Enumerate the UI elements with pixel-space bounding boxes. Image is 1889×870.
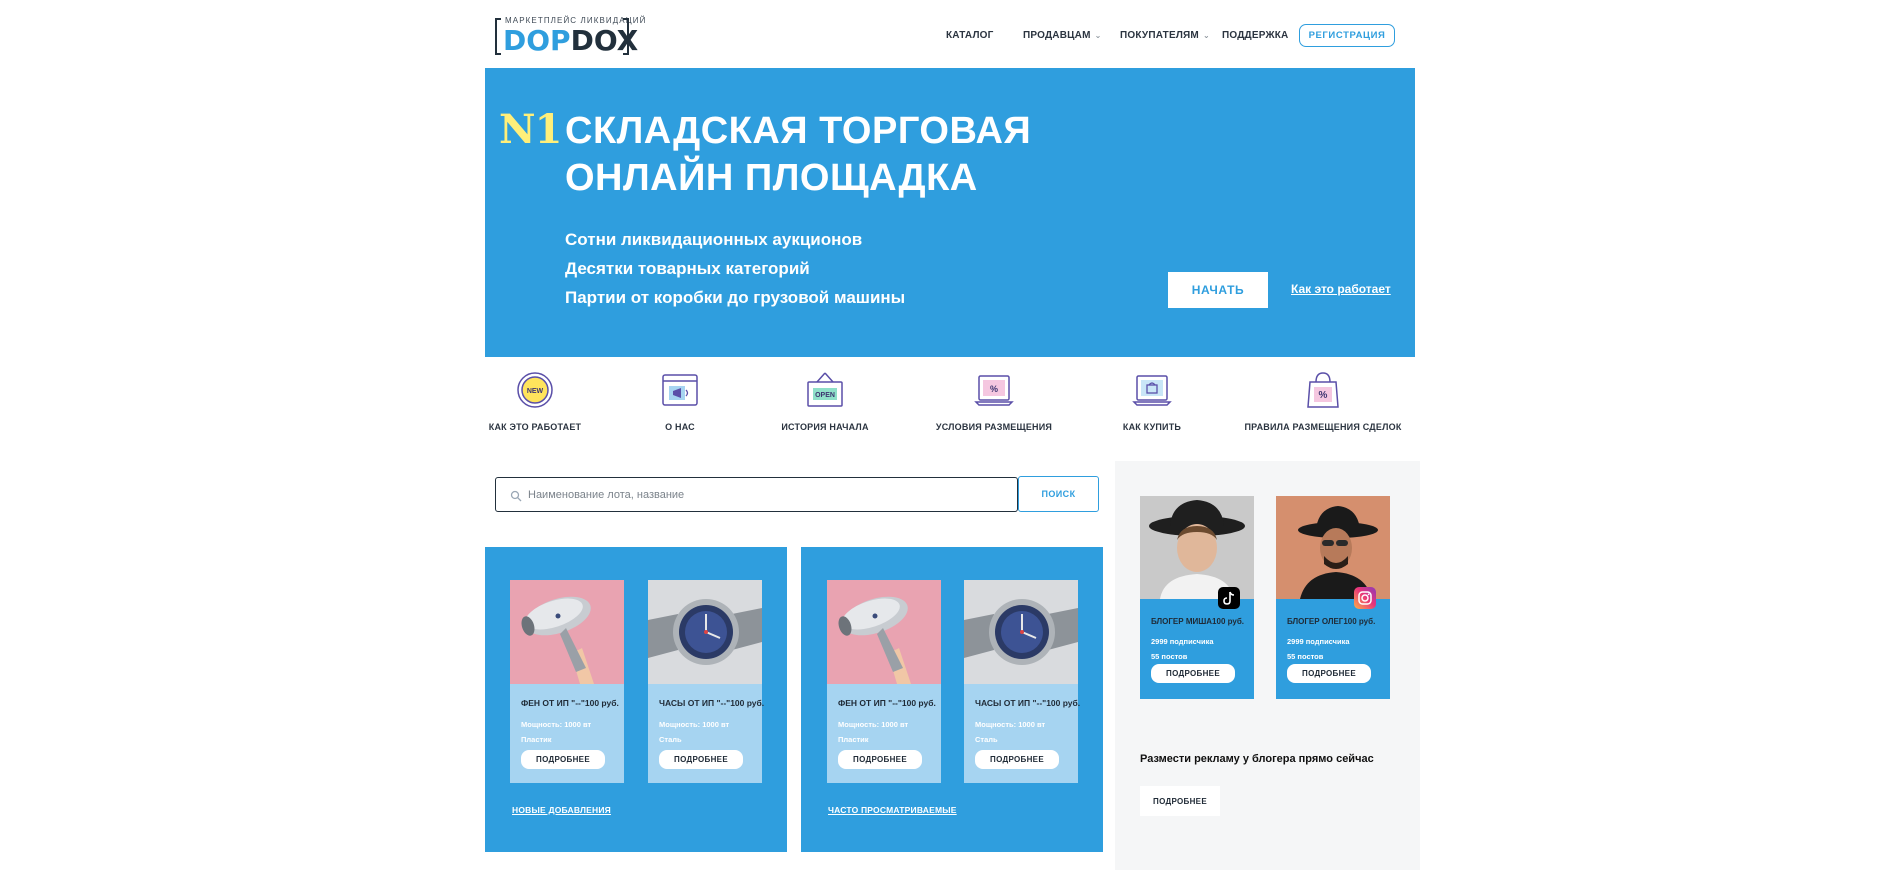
shopping-bag-percent-icon: %: [1303, 370, 1343, 410]
product-details-button[interactable]: ПОДРОБНЕЕ: [838, 750, 922, 769]
product-details-button[interactable]: ПОДРОБНЕЕ: [975, 750, 1059, 769]
product-power: Мощность: 1000 вт: [838, 720, 909, 729]
instagram-icon[interactable]: [1354, 587, 1376, 609]
nav-item-buyers[interactable]: ПОКУПАТЕЛЯМ ⌄: [1120, 30, 1210, 41]
hero-title: СКЛАДСКАЯ ТОРГОВАЯ ОНЛАЙН ПЛОЩАДКА: [565, 108, 1031, 202]
blogger-posts: 55 постов: [1151, 652, 1188, 661]
product-material: Сталь: [659, 735, 682, 744]
svg-text:%: %: [1319, 390, 1328, 401]
feature-label: КАК КУПИТЬ: [1122, 422, 1182, 432]
start-button[interactable]: НАЧАТЬ: [1168, 272, 1268, 308]
browser-megaphone-icon: [660, 370, 700, 410]
hero-feature-line: Партии от коробки до грузовой машины: [565, 288, 906, 307]
blogger-sidebar: БЛОГЕР МИША100 руб. 2999 подписчика 55 п…: [1115, 461, 1420, 870]
product-power: Мощность: 1000 вт: [975, 720, 1046, 729]
blogger-name: БЛОГЕР МИША100 руб.: [1151, 617, 1245, 626]
hero-feature-line: Сотни ликвидационных аукционов: [565, 230, 863, 249]
svg-text:OPEN: OPEN: [815, 392, 835, 399]
product-title: ФЕН ОТ ИП "--"100 руб.: [838, 698, 936, 708]
search-input[interactable]: [528, 488, 1008, 501]
product-material: Сталь: [975, 735, 998, 744]
logo-bracket-left: [495, 18, 501, 55]
blogger-photo: [1276, 496, 1390, 599]
product-material: Пластик: [521, 735, 552, 744]
product-card[interactable]: ЧАСЫ ОТ ИП "--"100 руб. Мощность: 1000 в…: [648, 580, 765, 783]
product-card[interactable]: ЧАСЫ ОТ ИП "--"100 руб. Мощность: 1000 в…: [964, 580, 1081, 783]
products-panel-popular: ФЕН ОТ ИП "--"100 руб. Мощность: 1000 вт…: [801, 547, 1103, 852]
hero-feature-line: Десятки товарных категорий: [565, 259, 810, 278]
hero-title-line-2: ОНЛАЙН ПЛОЩАДКА: [565, 157, 978, 199]
logo-word-dop: DOP: [503, 24, 571, 57]
laptop-percent-icon: %: [974, 370, 1014, 410]
nav-item-catalog[interactable]: КАТАЛОГ: [946, 30, 994, 41]
new-badge-icon: NEW: [515, 370, 555, 410]
product-title: ЧАСЫ ОТ ИП "--"100 руб.: [659, 698, 765, 708]
chevron-down-icon: ⌄: [1202, 31, 1210, 40]
product-photo-watch: [648, 580, 762, 684]
tiktok-icon[interactable]: [1218, 587, 1240, 609]
logo-wordmark: DOPDOX: [503, 26, 638, 56]
hero-banner: N1 СКЛАДСКАЯ ТОРГОВАЯ ОНЛАЙН ПЛОЩАДКА Со…: [485, 68, 1415, 357]
feature-how-to-buy[interactable]: КАК КУПИТЬ: [1052, 370, 1252, 432]
nav-item-label: ПРОДАВЦАМ: [1023, 30, 1091, 41]
laptop-cart-icon: [1132, 370, 1172, 410]
nav-item-label: ПОКУПАТЕЛЯМ: [1120, 30, 1199, 41]
nav-item-sellers[interactable]: ПРОДАВЦАМ ⌄: [1023, 30, 1102, 41]
page: МАРКЕТПЛЕЙС ЛИКВИДАЦИЙ DOPDOX КАТАЛОГ ПР…: [0, 0, 1889, 870]
product-power: Мощность: 1000 вт: [521, 720, 592, 729]
hero-title-line-1: СКЛАДСКАЯ ТОРГОВАЯ: [565, 110, 1032, 152]
products-panel-new: ФЕН ОТ ИП "--"100 руб. Мощность: 1000 вт…: [485, 547, 787, 852]
nav-item-label: ПОДДЕРЖКА: [1222, 30, 1289, 41]
feature-deal-rules[interactable]: % ПРАВИЛА РАЗМЕЩЕНИЯ СДЕЛОК: [1223, 370, 1423, 432]
blogger-details-button[interactable]: ПОДРОБНЕЕ: [1287, 664, 1371, 683]
nav-item-support[interactable]: ПОДДЕРЖКА: [1222, 30, 1288, 41]
product-photo-hairdryer: [510, 580, 624, 684]
svg-text:%: %: [990, 384, 998, 394]
logo-word-dox: DOX: [570, 24, 639, 57]
feature-label: ПРАВИЛА РАЗМЕЩЕНИЯ СДЕЛОК: [1244, 422, 1402, 432]
product-details-button[interactable]: ПОДРОБНЕЕ: [659, 750, 743, 769]
blogger-photo: [1140, 496, 1254, 599]
logo[interactable]: МАРКЕТПЛЕЙС ЛИКВИДАЦИЙ DOPDOX: [495, 14, 645, 56]
product-power: Мощность: 1000 вт: [659, 720, 730, 729]
product-material: Пластик: [838, 735, 869, 744]
hero-n1-badge: N1: [499, 106, 562, 153]
blogger-name: БЛОГЕР ОЛЕГ100 руб.: [1287, 617, 1376, 626]
register-button[interactable]: РЕГИСТРАЦИЯ: [1299, 24, 1395, 47]
product-title: ФЕН ОТ ИП "--"100 руб.: [521, 698, 619, 708]
search-button[interactable]: ПОИСК: [1018, 476, 1099, 512]
nav-item-label: КАТАЛОГ: [946, 30, 994, 41]
most-viewed-link[interactable]: ЧАСТО ПРОСМАТРИВАЕМЫЕ: [828, 805, 957, 815]
product-photo-watch: [964, 580, 1078, 684]
search-field[interactable]: [495, 477, 1018, 512]
new-additions-link[interactable]: НОВЫЕ ДОБАВЛЕНИЯ: [512, 805, 611, 815]
product-photo-hairdryer: [827, 580, 941, 684]
product-details-button[interactable]: ПОДРОБНЕЕ: [521, 750, 605, 769]
product-card[interactable]: ФЕН ОТ ИП "--"100 руб. Мощность: 1000 вт…: [510, 580, 624, 783]
product-card[interactable]: ФЕН ОТ ИП "--"100 руб. Мощность: 1000 вт…: [827, 580, 941, 783]
blogger-followers: 2999 подписчика: [1151, 637, 1214, 646]
product-title: ЧАСЫ ОТ ИП "--"100 руб.: [975, 698, 1081, 708]
svg-text:NEW: NEW: [527, 388, 544, 395]
chevron-down-icon: ⌄: [1094, 31, 1102, 40]
blogger-card[interactable]: БЛОГЕР МИША100 руб. 2999 подписчика 55 п…: [1140, 496, 1254, 699]
blogger-card[interactable]: БЛОГЕР ОЛЕГ100 руб. 2999 подписчика 55 п…: [1276, 496, 1390, 699]
how-it-works-link[interactable]: Как это работает: [1291, 282, 1391, 296]
promo-text: Размести рекламу у блогера прямо сейчас: [1140, 753, 1374, 765]
promo-details-button[interactable]: ПОДРОБНЕЕ: [1140, 786, 1220, 816]
search-icon: [510, 489, 522, 501]
blogger-details-button[interactable]: ПОДРОБНЕЕ: [1151, 664, 1235, 683]
blogger-followers: 2999 подписчика: [1287, 637, 1350, 646]
blogger-posts: 55 постов: [1287, 652, 1324, 661]
open-sign-icon: OPEN: [805, 370, 845, 410]
